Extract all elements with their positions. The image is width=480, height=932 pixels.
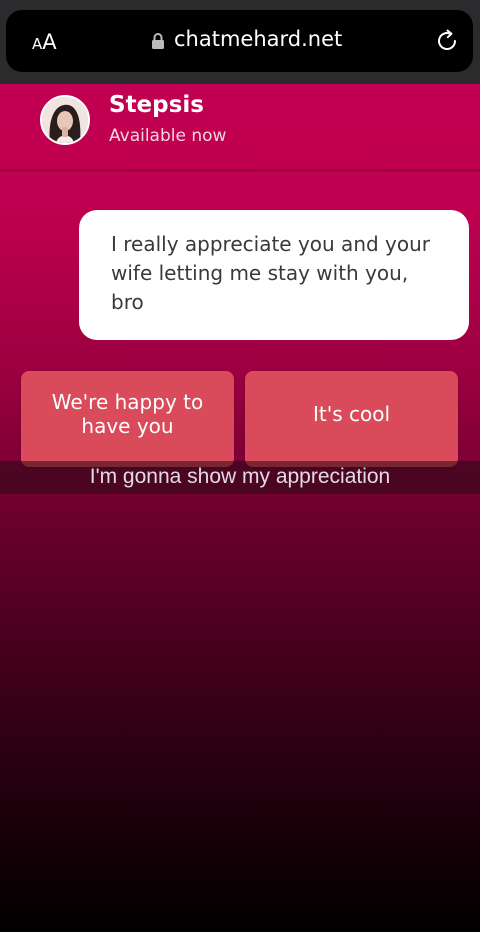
lock-icon: [152, 33, 164, 49]
avatar[interactable]: [40, 95, 90, 145]
contact-name: Stepsis: [109, 92, 204, 118]
url-text[interactable]: chatmehard.net: [174, 27, 342, 51]
video-caption: I'm gonna show my appreciation: [0, 461, 480, 494]
text-size-big-label: A: [42, 30, 57, 54]
chat-header: Stepsis Available now: [0, 84, 480, 172]
reply-option-its-cool[interactable]: It's cool: [245, 371, 458, 467]
reply-option-happy-to-have-you[interactable]: We're happy to have you: [21, 371, 234, 467]
reload-icon[interactable]: [434, 28, 460, 54]
text-size-small-label: A: [32, 35, 43, 53]
address-bar[interactable]: AA chatmehard.net: [6, 10, 473, 72]
text-size-button[interactable]: AA: [32, 30, 57, 54]
avatar-photo: [42, 97, 88, 143]
message-bubble: I really appreciate you and your wife le…: [79, 210, 469, 340]
browser-bar: AA chatmehard.net: [0, 0, 480, 84]
contact-status: Available now: [109, 126, 227, 146]
